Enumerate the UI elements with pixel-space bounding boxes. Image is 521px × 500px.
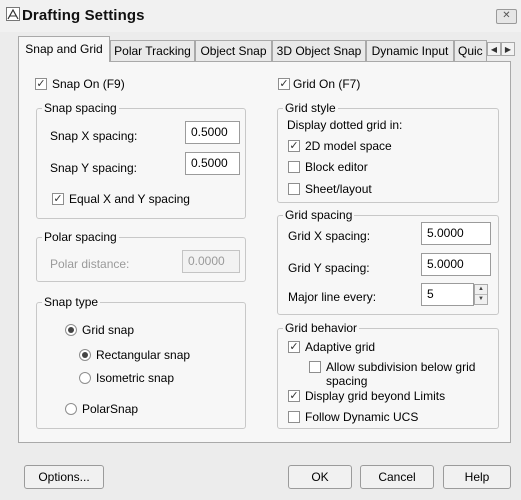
spin-down-icon[interactable]: ▼	[475, 294, 487, 304]
snap-type-title: Snap type	[42, 295, 101, 309]
tab-polar-tracking[interactable]: Polar Tracking	[110, 40, 195, 61]
2d-model-space-label: 2D model space	[305, 139, 392, 153]
adaptive-grid-label: Adaptive grid	[305, 340, 376, 354]
sheet-layout-checkbox[interactable]	[288, 183, 300, 195]
tab-3d-object-snap[interactable]: 3D Object Snap	[272, 40, 366, 61]
grid-style-title: Grid style	[283, 101, 338, 115]
tab-scroll-right-icon[interactable]: ▶	[501, 42, 515, 56]
ok-button[interactable]: OK	[288, 465, 352, 489]
close-icon: ✕	[502, 10, 511, 21]
sheet-layout-label: Sheet/layout	[305, 182, 372, 196]
isometric-snap-radio[interactable]	[79, 372, 91, 384]
snap-on-label: Snap On (F9)	[52, 77, 125, 91]
snap-y-spacing-input[interactable]: 0.5000	[185, 152, 240, 175]
tab-snap-and-grid[interactable]: Snap and Grid	[18, 36, 110, 62]
polar-spacing-title: Polar spacing	[42, 230, 119, 244]
2d-model-space-checkbox[interactable]: ✓	[288, 140, 300, 152]
polar-distance-label: Polar distance:	[50, 257, 130, 271]
tab-dynamic-input[interactable]: Dynamic Input	[366, 40, 454, 61]
window-title: Drafting Settings	[22, 7, 145, 24]
tab-scroll-left-icon[interactable]: ◀	[487, 42, 501, 56]
grid-snap-label: Grid snap	[82, 323, 135, 337]
block-editor-label: Block editor	[305, 160, 368, 174]
display-beyond-limits-label: Display grid beyond Limits	[305, 389, 446, 403]
grid-y-spacing-label: Grid Y spacing:	[288, 261, 370, 275]
equal-xy-spacing-label: Equal X and Y spacing	[69, 192, 190, 206]
grid-style-subtitle: Display dotted grid in:	[287, 118, 403, 132]
grid-x-spacing-label: Grid X spacing:	[288, 229, 371, 243]
allow-subdivision-label-line2: spacing	[326, 374, 368, 388]
polarsnap-radio[interactable]	[65, 403, 77, 415]
tab-quick-properties[interactable]: Quic	[454, 40, 487, 61]
tab-object-snap[interactable]: Object Snap	[195, 40, 272, 61]
snap-y-spacing-label: Snap Y spacing:	[50, 161, 137, 175]
follow-dynamic-ucs-checkbox[interactable]	[288, 411, 300, 423]
polar-distance-input[interactable]: 0.0000	[182, 250, 240, 273]
major-line-label: Major line every:	[288, 290, 377, 304]
follow-dynamic-ucs-label: Follow Dynamic UCS	[305, 410, 419, 424]
grid-snap-radio[interactable]	[65, 324, 77, 336]
allow-subdivision-label: Allow subdivision below grid	[326, 360, 476, 374]
allow-subdivision-checkbox[interactable]	[309, 361, 321, 373]
snap-x-spacing-input[interactable]: 0.5000	[185, 121, 240, 144]
grid-on-label: Grid On (F7)	[293, 77, 361, 91]
isometric-snap-label: Isometric snap	[96, 371, 175, 385]
options-button[interactable]: Options...	[24, 465, 104, 489]
equal-xy-spacing-checkbox[interactable]: ✓	[52, 193, 64, 205]
snap-spacing-title: Snap spacing	[42, 101, 119, 115]
major-line-input[interactable]: 5	[421, 283, 474, 306]
help-button[interactable]: Help	[443, 465, 511, 489]
spin-up-icon[interactable]: ▲	[475, 285, 487, 294]
grid-spacing-title: Grid spacing	[283, 208, 355, 222]
adaptive-grid-checkbox[interactable]: ✓	[288, 341, 300, 353]
polarsnap-label: PolarSnap	[82, 402, 139, 416]
grid-behavior-title: Grid behavior	[283, 321, 360, 335]
display-beyond-limits-checkbox[interactable]: ✓	[288, 390, 300, 402]
app-icon	[6, 7, 20, 21]
grid-on-checkbox[interactable]: ✓	[278, 78, 290, 90]
snap-on-checkbox[interactable]: ✓	[35, 78, 47, 90]
cancel-button[interactable]: Cancel	[360, 465, 434, 489]
snap-x-spacing-label: Snap X spacing:	[50, 129, 138, 143]
grid-x-spacing-input[interactable]: 5.0000	[421, 222, 491, 245]
major-line-spinner[interactable]: ▲ ▼	[474, 284, 488, 305]
rectangular-snap-label: Rectangular snap	[96, 348, 191, 362]
rectangular-snap-radio[interactable]	[79, 349, 91, 361]
grid-y-spacing-input[interactable]: 5.0000	[421, 253, 491, 276]
close-button[interactable]: ✕	[496, 9, 517, 24]
block-editor-checkbox[interactable]	[288, 161, 300, 173]
